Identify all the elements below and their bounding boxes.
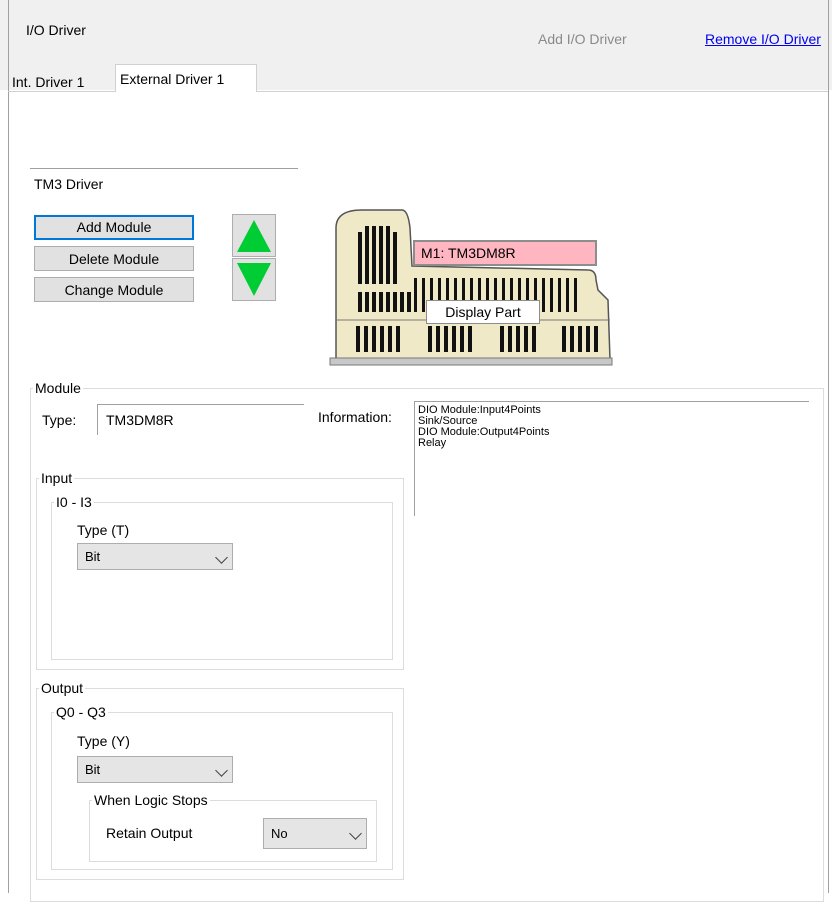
left-border [8,0,9,893]
retain-output-value: No [271,826,288,841]
add-module-button[interactable]: Add Module [34,215,194,240]
information-text: DIO Module:Input4Points Sink/Source DIO … [418,404,550,449]
module-legend: Module [35,380,81,396]
when-logic-stops-legend: When Logic Stops [94,792,208,808]
move-up-button[interactable] [232,214,276,257]
input-type-select[interactable]: Bit [77,543,233,570]
module-image[interactable] [322,208,616,368]
down-arrow-icon [237,263,271,296]
driver-name: TM3 Driver [34,176,104,192]
right-border [828,0,829,893]
retain-output-label: Retain Output [106,825,193,841]
input-type-label: Type (T) [77,522,130,538]
input-range-legend: I0 - I3 [56,494,92,510]
up-arrow-icon [237,220,271,252]
output-type-value: Bit [85,762,101,777]
retain-output-select[interactable]: No [263,818,367,849]
delete-module-button[interactable]: Delete Module [34,246,194,271]
tab-int-driver-1[interactable]: Int. Driver 1 [8,71,88,92]
panel-title: I/O Driver [26,22,86,38]
information-label: Information: [318,409,392,425]
output-type-label: Type (Y) [77,733,130,749]
output-legend: Output [41,680,84,696]
chevron-down-icon [215,551,228,564]
module-picture [329,209,613,366]
input-range-group: I0 - I3 [51,494,393,660]
output-range-legend: Q0 - Q3 [56,704,106,720]
move-down-button[interactable] [232,258,276,301]
display-part-label[interactable]: Display Part [426,300,540,324]
remove-io-driver-link[interactable]: Remove I/O Driver [705,31,821,47]
module-label[interactable]: M1: TM3DM8R [413,240,597,266]
module-type-value: TM3DM8R [106,412,174,428]
input-type-value: Bit [85,549,101,564]
module-type-label: Type: [42,412,77,428]
chevron-down-icon [349,827,362,840]
input-legend: Input [41,470,73,486]
output-type-select[interactable]: Bit [77,756,233,783]
add-io-driver-link[interactable]: Add I/O Driver [538,31,627,47]
change-module-button[interactable]: Change Module [34,277,194,302]
chevron-down-icon [215,764,228,777]
tab-external-driver-1[interactable]: External Driver 1 [115,64,257,92]
